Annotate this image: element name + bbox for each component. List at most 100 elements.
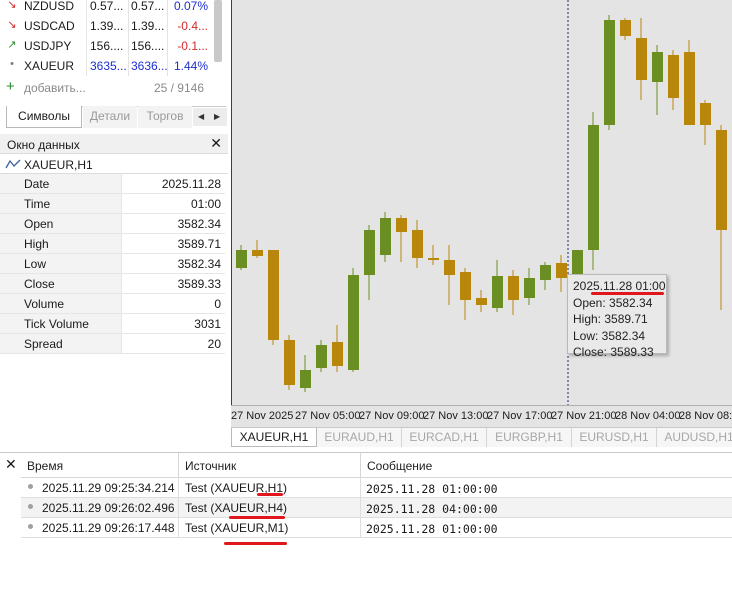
chart-tab[interactable]: EURAUD,H1 bbox=[317, 428, 402, 447]
daily-change: 1.44% bbox=[173, 59, 208, 73]
price-up-arrow-icon: ↗ bbox=[7, 39, 17, 51]
red-underline-annotation bbox=[257, 493, 283, 496]
ask-price: 1.39... bbox=[131, 19, 165, 33]
log-message: 2025.11.28 01:00:00 bbox=[360, 478, 498, 497]
data-window-label: Low bbox=[0, 254, 121, 273]
log-dot-icon bbox=[28, 484, 33, 489]
column-header-message[interactable]: Сообщение bbox=[361, 453, 732, 478]
data-window-value: 20 bbox=[121, 334, 225, 353]
bearish-candle bbox=[556, 263, 567, 278]
time-axis-label: 27 Nov 09:00 bbox=[359, 410, 425, 422]
bullish-candle bbox=[316, 345, 327, 368]
data-window-row: Tick Volume 3031 bbox=[0, 314, 225, 334]
market-watch-row[interactable]: ↗ USDJPY 156.... 156.... -0.1... bbox=[0, 36, 212, 56]
tooltip-low: Low: 3582.34 bbox=[573, 328, 646, 343]
red-underline-annotation bbox=[229, 516, 285, 519]
data-window-row: Time 01:00 bbox=[0, 194, 225, 214]
journal-row[interactable]: 2025.11.29 09:25:34.214 Test (XAUEUR,H1)… bbox=[21, 478, 732, 498]
bearish-candle bbox=[684, 52, 695, 125]
chart-tabs: XAUEUR,H1 EURAUD,H1 EURCAD,H1 EURGBP,H1 … bbox=[231, 427, 732, 447]
chart-tab[interactable]: EURGBP,H1 bbox=[487, 428, 572, 447]
log-message: 2025.11.28 01:00:00 bbox=[360, 518, 498, 537]
close-icon[interactable]: ✕ bbox=[210, 135, 222, 152]
red-underline-annotation bbox=[224, 542, 287, 545]
bearish-candle bbox=[620, 20, 631, 36]
symbol-name: USDCAD bbox=[24, 19, 75, 33]
data-window-value: 3582.34 bbox=[121, 214, 225, 233]
log-dot-icon bbox=[28, 504, 33, 509]
data-window-row: Open 3582.34 bbox=[0, 214, 225, 234]
bullish-candle bbox=[524, 278, 535, 298]
bearish-candle bbox=[716, 130, 727, 230]
column-header-source[interactable]: Источник bbox=[179, 453, 361, 478]
time-axis-label: 27 Nov 2025 bbox=[231, 410, 294, 422]
chart-tab[interactable]: EURCAD,H1 bbox=[402, 428, 487, 447]
data-window-value: 3582.34 bbox=[121, 254, 225, 273]
chart-tab[interactable]: XAUEUR,H1 bbox=[231, 428, 317, 447]
log-dot-icon bbox=[28, 524, 33, 529]
log-time: 2025.11.29 09:26:17.448 bbox=[42, 521, 175, 535]
tab-scroll-arrows: ◀ ▶ bbox=[193, 108, 227, 126]
market-watch-panel: ↘ NZDUSD 0.57... 0.57... 0.07% ↘ USDCAD … bbox=[0, 0, 230, 133]
log-time: 2025.11.29 09:26:02.496 bbox=[42, 501, 175, 515]
tab-symbols[interactable]: Символы bbox=[6, 106, 82, 128]
time-axis-label: 27 Nov 05:00 bbox=[295, 410, 361, 422]
data-window-label: Spread bbox=[0, 334, 121, 353]
bullish-candle bbox=[236, 250, 247, 268]
close-icon[interactable]: ✕ bbox=[5, 456, 17, 473]
chart-tab[interactable]: EURUSD,H1 bbox=[572, 428, 657, 447]
bearish-candle bbox=[476, 298, 487, 305]
tooltip-close: Close: 3589.33 bbox=[573, 345, 654, 359]
crosshair-tooltip: 2025.11.28 01:00 Open: 3582.34 High: 358… bbox=[567, 274, 667, 359]
time-axis-label: 27 Nov 21:00 bbox=[551, 410, 617, 422]
price-chart[interactable] bbox=[231, 0, 732, 427]
bullish-candle bbox=[348, 275, 359, 370]
ask-price: 0.57... bbox=[131, 0, 165, 13]
candlestick-chart[interactable] bbox=[232, 0, 732, 427]
chart-tab[interactable]: AUDUSD,H1 bbox=[657, 428, 732, 447]
price-down-arrow-icon: ↘ bbox=[7, 19, 17, 31]
time-axis: 27 Nov 2025 27 Nov 05:00 27 Nov 09:00 27 No… bbox=[231, 405, 732, 427]
daily-change: 0.07% bbox=[173, 0, 208, 13]
symbol-name: XAUEUR bbox=[24, 59, 75, 73]
data-window-label: Volume bbox=[0, 294, 121, 313]
time-axis-label: 27 Nov 13:00 bbox=[423, 410, 489, 422]
market-watch-row[interactable]: • XAUEUR 3635... 3636... 1.44% bbox=[0, 56, 212, 76]
column-header-time[interactable]: Время bbox=[21, 453, 179, 478]
tooltip-open: Open: 3582.34 bbox=[573, 295, 653, 310]
data-window-symbol-row: XAUEUR,H1 bbox=[0, 154, 228, 174]
market-watch-scrollbar[interactable] bbox=[214, 0, 222, 62]
data-window-label: High bbox=[0, 234, 121, 253]
symbol-name: USDJPY bbox=[24, 39, 72, 53]
time-axis-label: 28 Nov 04:00 bbox=[615, 410, 681, 422]
daily-change: -0.4... bbox=[177, 19, 208, 33]
market-watch-tabs: Символы Детали Торгов ◀ ▶ bbox=[6, 106, 227, 128]
bearish-candle bbox=[268, 250, 279, 340]
tab-details[interactable]: Детали bbox=[83, 106, 137, 128]
data-window-label: Date bbox=[0, 174, 121, 193]
journal-row[interactable]: 2025.11.29 09:26:17.448 Test (XAUEUR,M1)… bbox=[21, 518, 732, 538]
scroll-left-icon[interactable]: ◀ bbox=[198, 112, 204, 121]
data-window-value: 2025.11.28 bbox=[121, 174, 225, 193]
add-symbol-label: добавить... bbox=[24, 81, 86, 95]
market-watch-row[interactable]: ↘ USDCAD 1.39... 1.39... -0.4... bbox=[0, 16, 212, 36]
tab-trading[interactable]: Торгов bbox=[138, 106, 192, 128]
market-watch-row[interactable]: ↘ NZDUSD 0.57... 0.57... 0.07% bbox=[0, 0, 212, 16]
add-symbol-row[interactable]: + добавить... 25 / 9146 bbox=[0, 78, 210, 96]
bid-price: 0.57... bbox=[90, 0, 124, 13]
neutral-dot-icon: • bbox=[10, 58, 14, 70]
data-window-row: Close 3589.33 bbox=[0, 274, 225, 294]
data-window-value: 3589.71 bbox=[121, 234, 225, 253]
bearish-candle bbox=[284, 340, 295, 385]
data-window-row: Low 3582.34 bbox=[0, 254, 225, 274]
bearish-candle bbox=[444, 260, 455, 275]
bearish-candle bbox=[252, 250, 263, 256]
data-window-label: Time bbox=[0, 194, 121, 213]
data-window-label: Tick Volume bbox=[0, 314, 121, 333]
scroll-right-icon[interactable]: ▶ bbox=[214, 112, 220, 121]
data-window-panel: Окно данных ✕ XAUEUR,H1 Date 2025.11.28 Ti… bbox=[0, 134, 230, 356]
journal-row[interactable]: 2025.11.29 09:26:02.496 Test (XAUEUR,H4)… bbox=[21, 498, 732, 518]
symbol-name: NZDUSD bbox=[24, 0, 74, 13]
data-window-row: High 3589.71 bbox=[0, 234, 225, 254]
journal-panel: ✕ Время Источник Сообщение 2025.11.29 09… bbox=[0, 452, 732, 616]
